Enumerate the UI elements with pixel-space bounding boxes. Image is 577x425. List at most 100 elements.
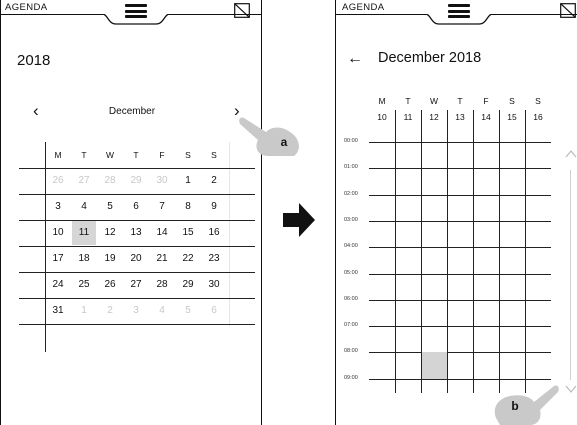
date-header[interactable]: 16 [525, 112, 551, 122]
weekday-header: S [509, 96, 515, 106]
day-cell[interactable]: 13 [123, 220, 149, 246]
hour-line [369, 220, 551, 222]
day-cell[interactable]: 1 [71, 298, 97, 324]
hour-line [369, 299, 551, 301]
date-header[interactable]: 13 [447, 112, 473, 122]
date-header[interactable]: 10 [369, 112, 395, 122]
year-label: 2018 [17, 52, 51, 69]
weekday-header: T [81, 150, 87, 160]
hour-line [369, 247, 551, 249]
day-cell[interactable]: 28 [97, 168, 123, 194]
day-cell[interactable]: 27 [123, 272, 149, 298]
scroll-down-icon[interactable] [565, 385, 577, 393]
day-cell[interactable]: 15 [175, 220, 201, 246]
window-corner-icon[interactable] [234, 3, 250, 18]
selected-day-cell[interactable]: 11 [71, 220, 97, 246]
callout-b: b [511, 399, 519, 413]
hour-label: 07:00 [344, 322, 358, 329]
hour-label: 00:00 [344, 138, 358, 144]
day-cell[interactable]: 1 [175, 168, 201, 194]
day-cell[interactable]: 27 [71, 168, 97, 194]
hour-label: 09:00 [344, 374, 358, 381]
day-column-divider [473, 110, 474, 393]
app-title: AGENDA [5, 2, 48, 13]
day-cell[interactable]: 18 [71, 246, 97, 272]
day-cell[interactable]: 7 [149, 194, 175, 220]
week-view-screen: AGENDA ← December 2018 M 10 T 11 W 12 T 13 F 14 S 1… [335, 0, 577, 425]
day-cell[interactable]: 26 [45, 168, 71, 194]
day-cell[interactable]: 4 [149, 298, 175, 324]
day-cell[interactable]: 22 [175, 246, 201, 272]
hour-line [369, 326, 551, 328]
day-cell[interactable]: 26 [97, 272, 123, 298]
hour-label: 02:00 [344, 190, 358, 197]
weekday-header: S [185, 150, 191, 160]
weekday-header: F [483, 96, 489, 106]
month-view-screen: AGENDA 2018 ‹ December › M T W T F S S 26 27 28 29… [0, 0, 262, 425]
date-header[interactable]: 14 [473, 112, 499, 122]
weekday-header: T [457, 96, 463, 106]
day-column-divider [499, 110, 500, 393]
hour-line [369, 378, 551, 380]
day-cell[interactable]: 30 [149, 168, 175, 194]
day-cell[interactable]: 4 [71, 194, 97, 220]
day-cell[interactable]: 12 [97, 220, 123, 246]
day-cell[interactable]: 30 [201, 272, 227, 298]
app-title: AGENDA [342, 2, 385, 13]
day-column-divider [447, 110, 448, 393]
day-cell[interactable]: 3 [123, 298, 149, 324]
hour-label: 05:00 [344, 269, 358, 276]
callout-a: a [280, 135, 288, 149]
weekday-header: S [211, 150, 217, 160]
pointing-hand-icon [239, 117, 299, 156]
hour-label: 08:00 [344, 348, 358, 355]
day-cell[interactable]: 9 [201, 194, 227, 220]
weekday-header: F [159, 150, 165, 160]
day-cell[interactable]: 23 [201, 246, 227, 272]
day-cell[interactable]: 14 [149, 220, 175, 246]
date-header[interactable]: 12 [421, 112, 447, 122]
day-cell[interactable]: 20 [123, 246, 149, 272]
hamburger-menu-icon[interactable] [125, 4, 147, 18]
day-cell[interactable]: 6 [123, 194, 149, 220]
hour-line [369, 142, 551, 143]
scrollbar-track[interactable] [570, 170, 571, 380]
hour-label: 04:00 [344, 243, 358, 250]
window-corner-icon[interactable] [560, 3, 576, 18]
day-cell[interactable]: 28 [149, 272, 175, 298]
day-cell[interactable]: 2 [97, 298, 123, 324]
month-label: December [108, 106, 156, 117]
day-cell[interactable]: 2 [201, 168, 227, 194]
weekday-header: S [535, 96, 541, 106]
day-cell[interactable]: 25 [71, 272, 97, 298]
day-cell[interactable]: 16 [201, 220, 227, 246]
day-cell[interactable]: 10 [45, 220, 71, 246]
hour-line [369, 194, 551, 196]
day-cell[interactable]: 6 [201, 298, 227, 324]
day-cell[interactable]: 3 [45, 194, 71, 220]
day-column-divider [525, 110, 526, 393]
week-title: December 2018 [378, 50, 482, 66]
hamburger-menu-icon[interactable] [448, 4, 470, 18]
pointing-hand-icon [494, 385, 559, 425]
day-cell[interactable]: 31 [45, 298, 71, 324]
day-cell[interactable]: 19 [97, 246, 123, 272]
back-arrow-icon[interactable]: ← [347, 50, 363, 68]
date-header[interactable]: 15 [499, 112, 525, 122]
day-cell[interactable]: 24 [45, 272, 71, 298]
day-cell[interactable]: 29 [175, 272, 201, 298]
day-cell[interactable]: 17 [45, 246, 71, 272]
hour-line [369, 352, 551, 354]
date-header[interactable]: 11 [395, 112, 421, 122]
day-cell[interactable]: 5 [175, 298, 201, 324]
day-cell[interactable]: 5 [97, 194, 123, 220]
event-block[interactable] [422, 352, 447, 379]
weekday-header: W [429, 96, 439, 106]
day-cell[interactable]: 21 [149, 246, 175, 272]
weekday-header: M [378, 96, 386, 106]
day-cell[interactable]: 29 [123, 168, 149, 194]
week-divider [19, 324, 255, 325]
scroll-up-icon[interactable] [565, 150, 577, 158]
day-cell[interactable]: 8 [175, 194, 201, 220]
hour-label: 03:00 [344, 216, 358, 223]
